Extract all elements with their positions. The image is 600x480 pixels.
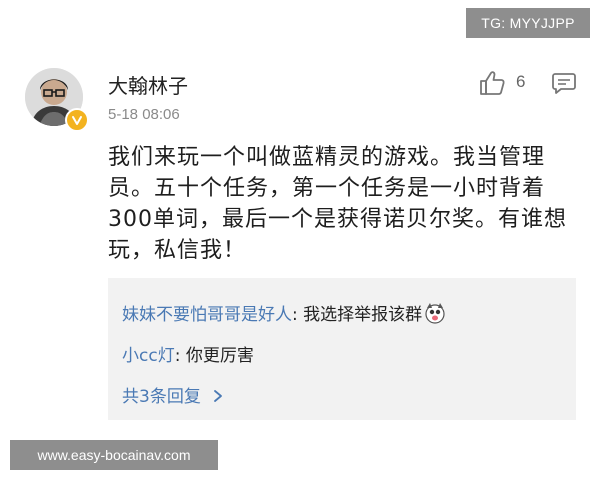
reply-separator: : <box>292 305 304 325</box>
thumbs-up-icon[interactable] <box>478 70 506 96</box>
avatar[interactable] <box>25 68 89 132</box>
more-replies-link[interactable]: 共3条回复 <box>122 382 224 407</box>
verified-badge-icon <box>65 108 89 132</box>
dog-emoji-icon <box>424 302 446 324</box>
reply-section: 妹妹不要怕哥哥是好人: 我选择举报该群 小cc灯: 你更厉害 共3条回复 <box>108 278 576 420</box>
like-count: 6 <box>516 72 526 91</box>
more-replies-label: 共3条回复 <box>122 387 201 407</box>
watermark-top: TG: MYYJJPP <box>466 8 590 38</box>
reply-username[interactable]: 妹妹不要怕哥哥是好人 <box>122 305 292 325</box>
reply-item[interactable]: 小cc灯: 你更厉害 <box>122 341 254 366</box>
timestamp: 5-18 08:06 <box>108 106 180 123</box>
reply-text: 你更厉害 <box>185 346 254 366</box>
reply-separator: : <box>174 346 186 366</box>
reply-item[interactable]: 妹妹不要怕哥哥是好人: 我选择举报该群 <box>122 300 446 325</box>
post-text: 我们来玩一个叫做蓝精灵的游戏。我当管理员。五十个任务，第一个任务是一小时背着30… <box>108 145 567 263</box>
username[interactable]: 大翰林子 <box>108 70 188 99</box>
chevron-right-icon <box>214 390 223 402</box>
comment-icon[interactable] <box>552 72 576 94</box>
reply-username[interactable]: 小cc灯 <box>122 346 175 366</box>
reply-text: 我选择举报该群 <box>303 305 423 325</box>
watermark-bottom: www.easy-bocainav.com <box>10 440 218 470</box>
